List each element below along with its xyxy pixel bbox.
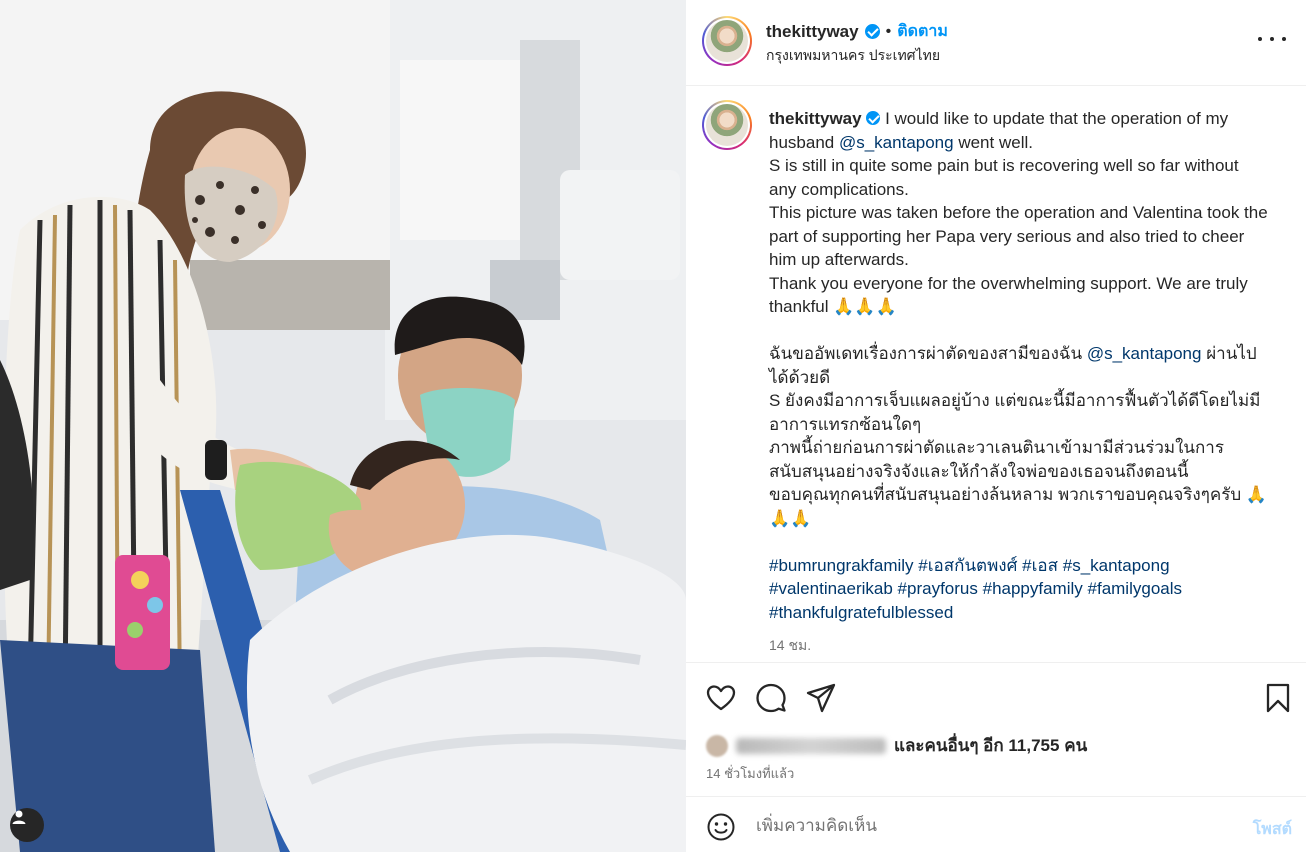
post-comment-button[interactable]: โพสต์ [1253, 817, 1292, 842]
hashtag-link[interactable]: #thankfulgratefulblessed [769, 603, 953, 622]
comment-icon[interactable] [755, 682, 787, 714]
caption-section: thekittyway I would like to update that … [686, 87, 1306, 662]
comment-input[interactable] [756, 812, 1216, 840]
hashtag-list: #bumrungrakfamily #เอสกันตพงศ์ #เอส #s_k… [769, 554, 1269, 625]
likes-summary[interactable]: และคนอื่นๆ อีก 11,755 คน [706, 732, 1087, 759]
likes-count[interactable]: และคนอื่นๆ อีก 11,755 คน [894, 732, 1087, 759]
author-username[interactable]: thekittyway [766, 22, 859, 42]
photo-illustration [0, 0, 686, 852]
author-avatar[interactable] [702, 16, 752, 66]
hashtag-link[interactable]: #prayforus [898, 579, 978, 598]
action-bar [686, 662, 1306, 728]
caption-en-4: Thank you everyone for the overwhelming … [769, 273, 1248, 317]
caption-en-1b: went well. [958, 132, 1033, 152]
post-photo[interactable] [0, 0, 686, 852]
caption-username[interactable]: thekittyway [769, 109, 862, 128]
caption-th-3: ภาพนี้ถ่ายก่อนการผ่าตัดและวาเลนตินาเข้าม… [769, 438, 1224, 481]
hashtag-link[interactable]: #valentinaerikab [769, 579, 893, 598]
more-options-icon[interactable] [1258, 29, 1286, 49]
hashtag-link[interactable]: #bumrungrakfamily [769, 556, 914, 575]
user-icon [12, 810, 26, 824]
emoji-icon[interactable] [706, 812, 736, 842]
heart-icon[interactable] [705, 682, 737, 714]
comment-bar: โพสต์ [686, 796, 1306, 852]
mention-link[interactable]: @s_kantapong [1087, 344, 1202, 363]
verified-badge-icon [866, 111, 881, 125]
post-caption: thekittyway I would like to update that … [769, 107, 1269, 658]
author-line: thekittyway • ติดตาม [766, 19, 948, 44]
post-timestamp: 14 ชั่วโมงที่แล้ว [706, 766, 795, 781]
bookmark-icon[interactable] [1262, 682, 1294, 714]
caption-th-1a: ฉันขออัพเดทเรื่องการผ่าตัดของสามีของฉัน [769, 344, 1083, 363]
liker-avatar [706, 734, 728, 757]
liker-name-blurred [736, 737, 886, 754]
mention-link[interactable]: @s_kantapong [839, 133, 954, 152]
hashtag-link[interactable]: #เอส [1022, 556, 1058, 575]
verified-badge-icon [864, 24, 880, 39]
caption-en-2: S is still in quite some pain but is rec… [769, 156, 1239, 199]
caption-avatar[interactable] [702, 100, 752, 150]
hashtag-link[interactable]: #happyfamily [983, 579, 1083, 598]
post-header: thekittyway • ติดตาม กรุงเทพมหานคร ประเท… [686, 0, 1306, 86]
hashtag-link[interactable]: #familygoals [1088, 579, 1183, 598]
caption-age: 14 ชม. [769, 637, 812, 653]
caption-en-3: This picture was taken before the operat… [769, 203, 1268, 269]
share-icon[interactable] [805, 682, 837, 714]
post-panel: thekittyway • ติดตาม กรุงเทพมหานคร ประเท… [686, 0, 1306, 852]
tagged-users-button[interactable] [10, 808, 44, 842]
hashtag-link[interactable]: #เอสกันตพงศ์ [918, 556, 1017, 575]
separator-dot: • [885, 22, 892, 40]
caption-th-4: ขอบคุณทุกคนที่สนับสนุนอย่างล้นหลาม พวกเร… [769, 485, 1268, 528]
hashtag-link[interactable]: #s_kantapong [1063, 556, 1170, 575]
caption-th-2: S ยังคงมีอาการเจ็บแผลอยู่บ้าง แต่ขณะนี้ม… [769, 391, 1261, 434]
post-location[interactable]: กรุงเทพมหานคร ประเทศไทย [766, 45, 940, 67]
follow-button[interactable]: ติดตาม [897, 19, 948, 44]
